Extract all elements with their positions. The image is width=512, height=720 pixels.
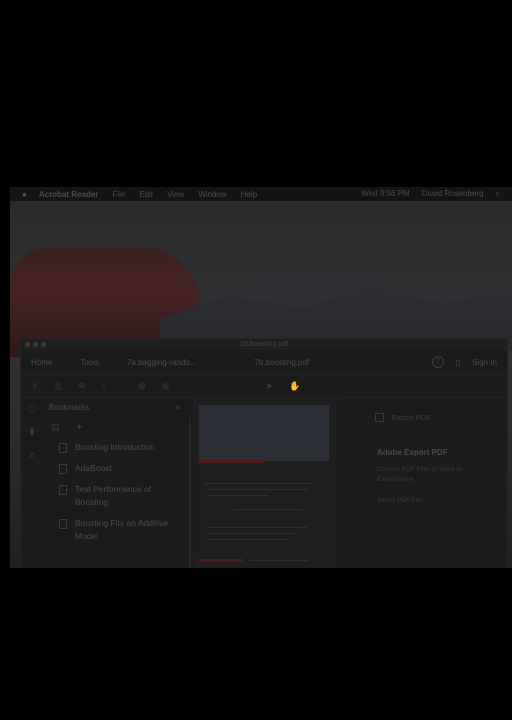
- bookmarks-list: Boosting Introduction AdaBoost Test Perf…: [43, 441, 188, 543]
- text-line: [249, 560, 309, 561]
- screen-capture: ● Acrobat Reader File Edit View Window H…: [10, 187, 512, 568]
- menu-view[interactable]: View: [167, 190, 184, 199]
- upload-icon[interactable]: ⇪: [31, 381, 39, 392]
- acrobat-window: 15.boosting.pdf Home Tools 7a.bagging-ra…: [20, 338, 508, 568]
- help-icon[interactable]: ?: [431, 356, 444, 368]
- print-icon[interactable]: ⎙: [55, 381, 62, 392]
- formula-line: [233, 509, 303, 510]
- close-icon[interactable]: ×: [175, 403, 180, 412]
- bookmark-label: AdaBoost: [75, 463, 112, 473]
- select-cursor-icon[interactable]: ➤: [265, 381, 273, 392]
- tab-bar: Home Tools 7a.bagging-rando... 7b.boosti…: [21, 350, 507, 375]
- text-line: [203, 483, 313, 484]
- pages-thumbnail-icon[interactable]: ▢: [28, 403, 37, 414]
- bookmark-icon: [59, 443, 67, 453]
- bookmark-item[interactable]: Boosting Introduction: [59, 441, 188, 454]
- slide-accent-bar: [199, 460, 265, 463]
- bookmark-label: Test Performance of Boosting: [75, 484, 152, 507]
- tab-document-boosting[interactable]: 7b.boosting.pdf: [254, 358, 309, 367]
- export-pdf-label: Export PDF: [392, 413, 431, 422]
- window-title: 15.boosting.pdf: [240, 341, 288, 348]
- text-line: [207, 539, 287, 540]
- export-pdf-tool[interactable]: Export PDF: [375, 413, 507, 422]
- bookmark-options-icon[interactable]: ▤: [51, 422, 60, 433]
- select-pdf-file-link[interactable]: Select PDF File: [377, 497, 507, 504]
- menu-window[interactable]: Window: [198, 190, 226, 199]
- tab-home[interactable]: Home: [31, 358, 52, 367]
- adobe-export-pdf-title: Adobe Export PDF: [377, 448, 448, 457]
- sign-in-link[interactable]: Sign In: [472, 358, 497, 367]
- bookmark-icon: [59, 519, 67, 529]
- document-view[interactable]: [193, 397, 343, 568]
- attachments-icon[interactable]: ⌀: [29, 449, 34, 460]
- text-line: [207, 495, 267, 496]
- spotlight-search-icon[interactable]: ⌕: [496, 189, 500, 199]
- bookmark-label: Boosting Fits an Additive Model: [75, 518, 169, 541]
- text-line: [207, 489, 307, 490]
- mobile-link-icon[interactable]: ▯: [456, 358, 460, 367]
- tabbar-right: ? ▯ Sign In: [431, 356, 497, 368]
- tab-tools[interactable]: Tools: [80, 358, 99, 367]
- menu-file[interactable]: File: [112, 190, 125, 199]
- tab-document-bagging[interactable]: 7a.bagging-rando...: [127, 358, 196, 367]
- text-line: [207, 533, 297, 534]
- bookmark-label: Boosting Introduction: [75, 442, 155, 452]
- menubar-user[interactable]: David Rosenberg: [422, 189, 484, 199]
- slide-thumbnail: [199, 405, 329, 461]
- menubar-status: Wed 9:56 PM David Rosenberg ⌕: [361, 189, 500, 199]
- next-page-icon[interactable]: ⊕: [162, 381, 170, 392]
- bookmarks-panel: Bookmarks × ▤ ✦ Boosting Introduction Ad…: [43, 397, 188, 568]
- adobe-export-pdf-description: Convert PDF Files to Word or Excel Onlin…: [377, 466, 463, 483]
- bookmark-item[interactable]: Boosting Fits an Additive Model: [59, 517, 188, 543]
- export-pdf-icon: [375, 413, 384, 422]
- new-bookmark-icon[interactable]: ✦: [76, 422, 84, 433]
- search-icon[interactable]: ⌕: [101, 381, 106, 392]
- bookmarks-title: Bookmarks: [49, 402, 90, 412]
- bookmarks-scrollbar[interactable]: [189, 417, 191, 568]
- bookmark-icon: [59, 464, 67, 474]
- text-line: [207, 527, 307, 528]
- menu-help[interactable]: Help: [241, 190, 257, 199]
- next-slide-accent: [199, 559, 243, 562]
- menu-edit[interactable]: Edit: [139, 190, 153, 199]
- menubar-clock[interactable]: Wed 9:56 PM: [361, 189, 409, 199]
- window-titlebar: 15.boosting.pdf: [21, 339, 507, 350]
- tools-pane: Export PDF Adobe Export PDF Convert PDF …: [347, 397, 507, 568]
- bookmarks-header: Bookmarks ×: [43, 397, 188, 417]
- bookmark-item[interactable]: AdaBoost: [59, 462, 188, 475]
- navigation-rail: ▢ ▮ ⌀: [21, 397, 43, 568]
- apple-menu-icon[interactable]: ●: [22, 190, 27, 199]
- previous-page-icon[interactable]: ⊕: [138, 381, 146, 392]
- bookmark-icon: [59, 485, 67, 495]
- app-menu[interactable]: Acrobat Reader: [39, 190, 99, 199]
- bookmarks-panel-icon[interactable]: ▮: [30, 426, 35, 437]
- menu-bar: ● Acrobat Reader File Edit View Window H…: [10, 187, 512, 201]
- hand-tool-icon[interactable]: ✋: [289, 381, 300, 392]
- bookmarks-toolbar: ▤ ✦: [43, 417, 188, 437]
- document-toolbar: ⇪ ⎙ ✉ ⌕ ⊕ ⊕ ➤ ✋: [21, 375, 507, 398]
- email-icon[interactable]: ✉: [78, 381, 86, 392]
- bookmark-item[interactable]: Test Performance of Boosting: [59, 483, 188, 509]
